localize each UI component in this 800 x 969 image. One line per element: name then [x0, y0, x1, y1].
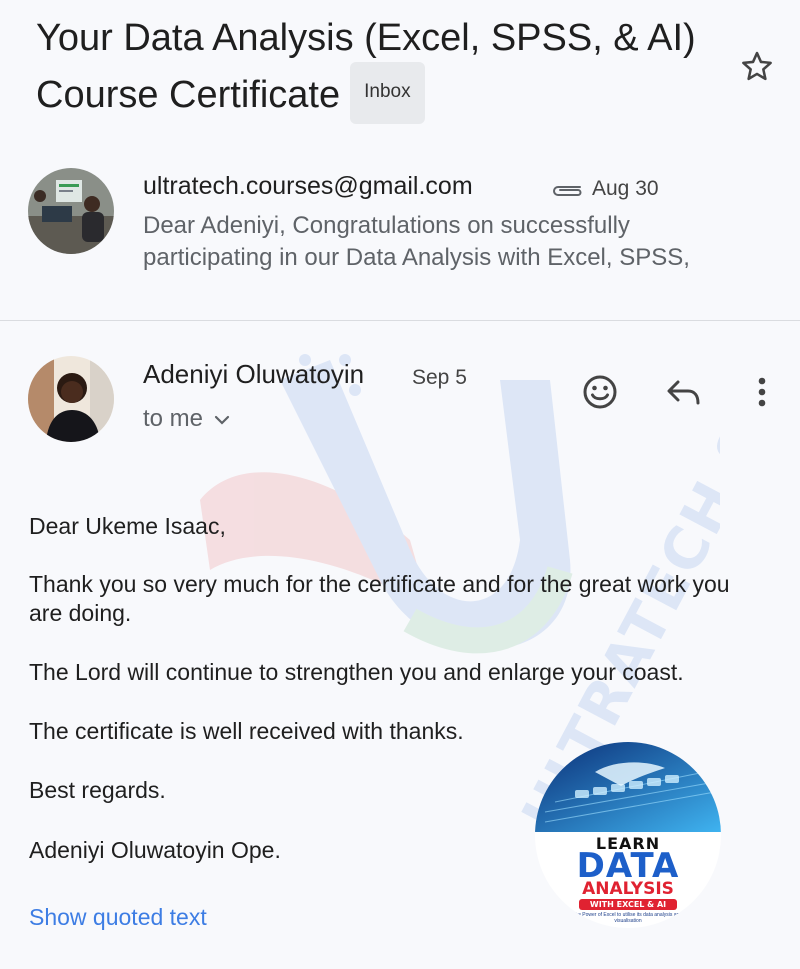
paperclip-icon — [553, 186, 582, 196]
body-paragraph: Thank you so very much for the certifica… — [29, 571, 730, 626]
recipient-text: to me — [143, 405, 204, 432]
message-divider — [0, 320, 800, 321]
reply-arrow-icon — [667, 380, 700, 405]
sender-avatar[interactable] — [28, 168, 114, 254]
keyboard-image — [535, 742, 721, 832]
recipient-details-toggle[interactable]: to me — [143, 405, 231, 433]
reply-button[interactable] — [662, 370, 706, 414]
smiley-icon — [583, 375, 617, 409]
subject-header: Your Data Analysis (Excel, SPSS, & AI) C… — [36, 10, 736, 128]
message-date: Aug 30 — [592, 177, 659, 200]
inbox-label[interactable]: Inbox — [350, 62, 425, 124]
avatar-photo — [28, 168, 114, 254]
star-icon[interactable] — [738, 48, 776, 86]
vertical-dots-icon — [758, 377, 766, 407]
avatar-photo — [28, 356, 114, 442]
badge-line-analysis: ANALYSIS — [582, 879, 674, 899]
sender-avatar[interactable] — [28, 356, 114, 442]
chevron-down-icon — [214, 415, 230, 425]
add-reaction-button[interactable] — [578, 370, 622, 414]
message-date: Sep 5 — [412, 366, 467, 389]
badge-tagline: the Power of Excel to utilise its data a… — [573, 912, 683, 924]
message-snippet[interactable]: Dear Adeniyi, Congratulations on success… — [143, 210, 743, 274]
show-quoted-text-link[interactable]: Show quoted text — [29, 904, 207, 931]
more-options-button[interactable] — [740, 370, 784, 414]
email-subject: Your Data Analysis (Excel, SPSS, & AI) C… — [36, 10, 736, 128]
body-salutation: Dear Ukeme Isaac, — [29, 513, 226, 539]
badge-line-with: WITH EXCEL & AI — [579, 899, 677, 910]
body-paragraph: The Lord will continue to strengthen you… — [29, 659, 684, 685]
sender-name[interactable]: ultratech.courses@gmail.com — [143, 172, 473, 201]
course-badge-logo: LEARN DATA ANALYSIS WITH EXCEL & AI the … — [535, 742, 721, 928]
sender-name[interactable]: Adeniyi Oluwatoyin — [143, 359, 364, 390]
